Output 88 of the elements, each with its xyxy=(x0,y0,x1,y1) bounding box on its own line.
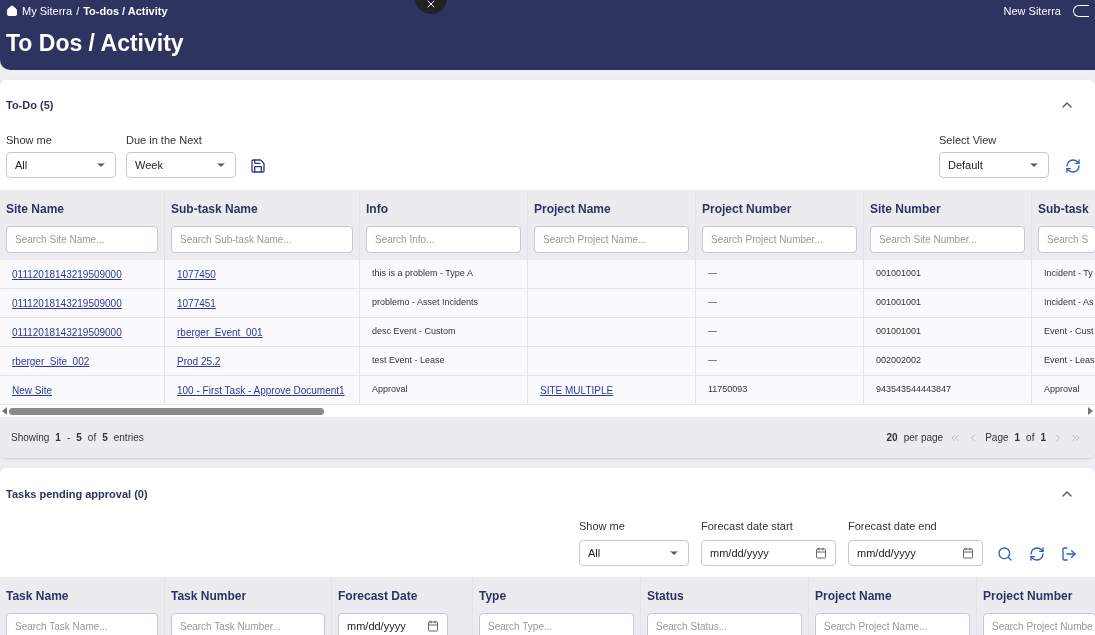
table-cell: — xyxy=(708,325,717,339)
table-link[interactable]: 01112018143219509000 xyxy=(12,324,122,340)
entries-label: - xyxy=(66,431,71,445)
export-icon[interactable] xyxy=(1061,546,1077,562)
column-header: Info xyxy=(366,201,389,218)
table-cell: 001001001 xyxy=(876,296,922,310)
page-title: To Dos / Activity xyxy=(6,28,185,58)
calendar-icon xyxy=(962,547,974,559)
date-field[interactable]: mm/dd/yyyy xyxy=(848,540,983,566)
column-header: Project Name xyxy=(815,588,893,605)
table-link[interactable]: SITE MULTIPLE xyxy=(540,382,614,398)
table-link[interactable]: rberger_Site_002 xyxy=(12,353,90,369)
horizontal-scrollbar[interactable] xyxy=(0,405,1095,417)
table-cell: desc Event - Custom xyxy=(372,325,456,339)
search-icon[interactable] xyxy=(997,546,1013,562)
column-header: Site Name xyxy=(6,201,66,218)
column-header: Task Name xyxy=(6,588,70,605)
close-icon xyxy=(425,0,437,10)
table-cell: — xyxy=(708,267,717,281)
column-header: Project Number xyxy=(702,201,793,218)
breadcrumb-link[interactable]: My Siterra xyxy=(22,3,73,20)
breadcrumb-separator: / xyxy=(76,4,80,19)
table-link[interactable]: 1077450 xyxy=(177,266,216,282)
filter-label: Forecast date start xyxy=(701,518,794,534)
entries-count: 5 xyxy=(76,431,82,445)
table-link[interactable]: Prod 25.2 xyxy=(177,353,221,369)
table-link[interactable]: 100 - First Task - Approve Document1 xyxy=(177,382,345,398)
page-number: 1 xyxy=(1014,431,1021,445)
date-field[interactable]: mm/dd/yyyy xyxy=(701,540,836,566)
column-header: Status xyxy=(647,588,685,605)
save-icon[interactable] xyxy=(250,158,266,174)
entries-label: of xyxy=(87,431,97,445)
filter-dropdown[interactable]: Week xyxy=(126,152,236,178)
filter-dropdown[interactable]: All xyxy=(579,540,689,566)
table-cell: Approval xyxy=(372,383,408,397)
filter-label: Select View xyxy=(939,132,998,148)
refresh-icon[interactable] xyxy=(1029,546,1045,562)
table-cell: this is a problem - Type A xyxy=(372,267,473,281)
table-cell: problemo - Asset Incidents xyxy=(372,296,479,310)
column-header: Sub-task xyxy=(1038,201,1090,218)
page-label: of xyxy=(1026,431,1035,445)
date-filter-field[interactable]: mm/dd/yyyy xyxy=(338,613,448,635)
column-header: Task Number xyxy=(171,588,248,605)
filter-label: Forecast date end xyxy=(848,518,938,534)
filter-label: Show me xyxy=(579,518,626,534)
table-cell: Incident - Ty xyxy=(1044,267,1093,281)
table-cell: — xyxy=(708,354,717,368)
calendar-icon xyxy=(815,547,827,559)
section-title: To-Do (5) xyxy=(6,97,54,113)
column-header: Forecast Date xyxy=(338,588,419,605)
table-cell: Event - Cust xyxy=(1044,325,1094,339)
table-cell: test Event - Lease xyxy=(372,354,445,368)
page-number: 1 xyxy=(1040,431,1046,445)
table-cell: Incident - As xyxy=(1044,296,1094,310)
home-icon[interactable] xyxy=(6,5,18,18)
calendar-icon xyxy=(427,620,439,632)
section-title: Tasks pending approval (0) xyxy=(6,486,148,502)
table-cell: — xyxy=(708,296,717,310)
table-cell: 943543544443847 xyxy=(876,383,952,397)
filter-label: Show me xyxy=(6,132,53,148)
entries-label: Showing xyxy=(11,431,50,445)
refresh-icon[interactable] xyxy=(1065,158,1081,174)
view-dropdown[interactable]: Default xyxy=(939,152,1049,178)
page-label: Page xyxy=(985,431,1009,445)
entries-label: entries xyxy=(113,431,144,445)
entries-count: 5 xyxy=(102,431,108,445)
column-header: Project Name xyxy=(534,201,612,218)
table-cell: 001001001 xyxy=(876,267,922,281)
column-header: Project Number xyxy=(983,588,1074,605)
table-link[interactable]: rberger_Event_001 xyxy=(177,324,263,340)
table-cell: 001001001 xyxy=(876,325,922,339)
entries-count: 1 xyxy=(55,431,61,445)
table-link[interactable]: 1077451 xyxy=(177,295,216,311)
table-link[interactable]: 01112018143219509000 xyxy=(12,266,122,282)
column-header: Sub-task Name xyxy=(171,201,259,218)
account-name: New Siterra xyxy=(1003,4,1061,19)
filter-dropdown[interactable]: All xyxy=(6,152,116,178)
per-page-count[interactable]: 20 xyxy=(886,430,898,445)
table-cell: Event - Leas xyxy=(1044,354,1095,368)
column-header: Site Number xyxy=(870,201,942,218)
table-cell: Approval xyxy=(1044,383,1080,397)
filter-label: Due in the Next xyxy=(126,132,203,148)
table-cell: 11750093 xyxy=(708,383,748,397)
column-header: Type xyxy=(479,588,508,605)
per-page-label: per page xyxy=(903,431,944,445)
table-cell: 002002002 xyxy=(876,354,922,368)
table-link[interactable]: 01112018143219509000 xyxy=(12,295,122,311)
table-link[interactable]: New Site xyxy=(12,382,52,398)
